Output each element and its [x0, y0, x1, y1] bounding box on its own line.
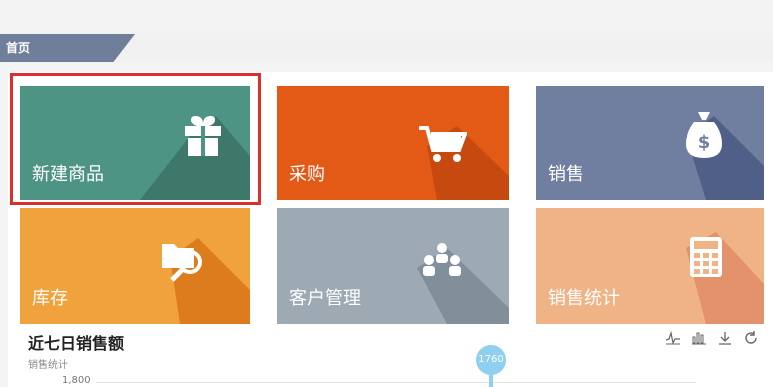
line-chart-icon[interactable]	[665, 330, 681, 346]
tile-label: 库存	[32, 288, 68, 309]
cart-icon	[419, 126, 467, 162]
chart-title: 近七日销售额	[28, 334, 125, 353]
selection-highlight	[10, 73, 261, 205]
svg-text:$: $	[698, 132, 711, 153]
grid-line	[96, 382, 696, 383]
y-axis-tick: 1,800	[62, 375, 91, 386]
folder-search-icon	[162, 244, 202, 282]
download-icon[interactable]	[717, 330, 733, 346]
money-bag-icon: $	[686, 112, 722, 158]
tile-inventory[interactable]: 库存	[20, 208, 250, 324]
chart-legend-label[interactable]: 销售统计	[28, 356, 68, 371]
tooltip-stem	[489, 373, 493, 387]
refresh-icon[interactable]	[743, 330, 759, 346]
breadcrumb-home[interactable]: 首页	[0, 34, 135, 62]
tile-label: 销售统计	[548, 288, 620, 309]
bar-chart-icon[interactable]	[691, 330, 707, 346]
tile-label: 销售	[548, 164, 584, 185]
tile-label: 客户管理	[289, 288, 361, 309]
calculator-icon	[690, 237, 722, 277]
tooltip-bubble: 1760	[476, 345, 506, 375]
tile-label: 采购	[289, 164, 325, 185]
tile-sales[interactable]: $ 销售	[536, 86, 764, 200]
tile-purchase[interactable]: 采购	[277, 86, 509, 200]
top-bar	[0, 0, 773, 34]
tile-sales-statistics[interactable]: 销售统计	[536, 208, 764, 324]
users-icon	[423, 243, 461, 276]
tile-customer-management[interactable]: 客户管理	[277, 208, 509, 324]
chart-toolbox	[665, 330, 759, 346]
